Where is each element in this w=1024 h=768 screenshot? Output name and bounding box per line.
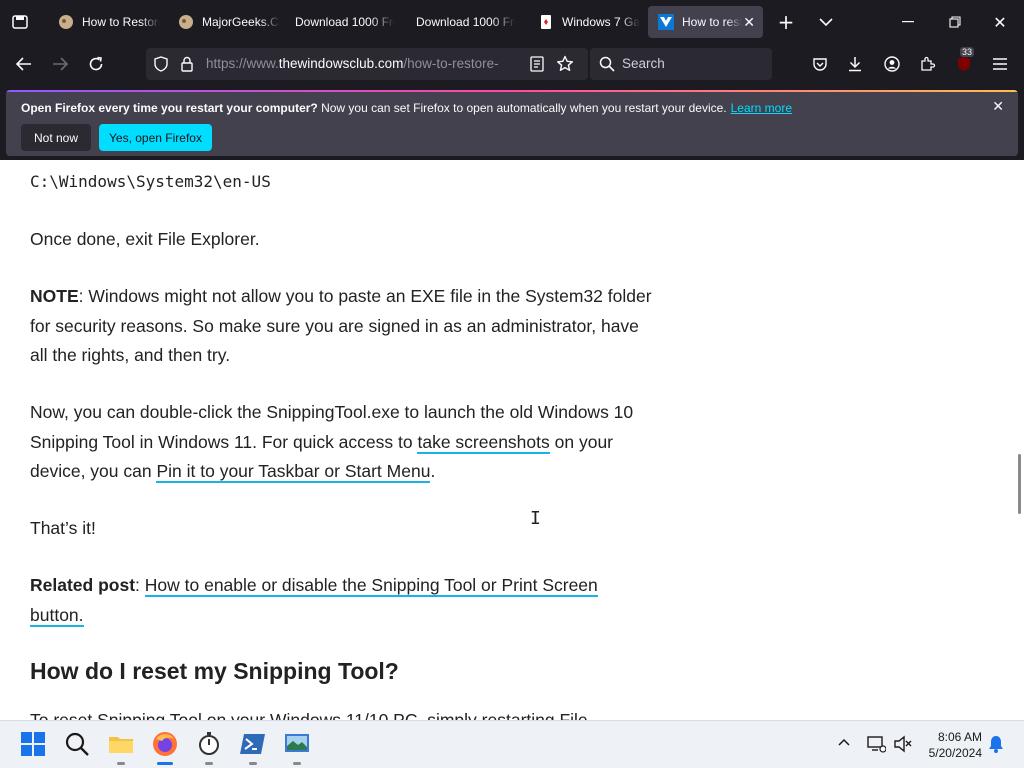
show-hidden-icons-icon[interactable] [836,735,852,751]
favicon-icon [179,15,193,29]
path-code: C:\Windows\System32\en-US [30,172,271,191]
search-bar[interactable]: Search [590,48,772,80]
exit-paragraph: Once done, exit File Explorer. [30,229,260,249]
network-icon[interactable] [866,735,887,753]
firefox-icon[interactable] [152,731,178,757]
text-cursor-icon: I [530,508,541,529]
nav-bar: https://www.thewindowsclub.com/how-to-re… [0,44,1024,86]
minimize-icon[interactable] [896,10,920,34]
take-screenshots-link[interactable]: take screenshots [417,431,550,454]
note-label: NOTE [30,286,79,306]
extensions-icon[interactable] [916,52,940,76]
close-window-icon[interactable]: ✕ [988,10,1012,34]
tab-3[interactable]: Download 1000 Free [285,6,397,38]
instructions-text-c: . [430,461,436,481]
section-heading: How do I reset my Snipping Tool? [30,658,399,684]
tab-title: How to Restore [82,15,160,29]
tab-title: Download 1000 Free [416,15,516,29]
firefox-view-icon[interactable] [8,10,32,34]
close-notification-icon[interactable]: ✕ [992,99,1004,115]
ublock-extension-icon[interactable]: 33 [952,47,976,76]
volume-muted-icon[interactable] [893,735,913,753]
search-placeholder: Search [622,56,665,71]
notification-bar: Open Firefox every time you restart your… [6,90,1018,156]
search-icon [599,56,615,72]
new-tab-icon[interactable]: + [774,10,798,34]
forward-icon[interactable] [48,52,72,76]
favicon-icon [59,15,73,29]
reload-icon[interactable] [84,52,108,76]
browser-chrome: How to Restore MajorGeeks.Com Download 1… [0,0,1024,160]
reader-view-icon[interactable] [530,56,544,72]
search-icon[interactable] [64,731,90,757]
related-post-paragraph: Related post: How to enable or disable t… [30,571,630,630]
clock-time: 8:06 AM [937,730,982,744]
tab-title: MajorGeeks.Com [202,15,280,29]
restore-icon[interactable] [943,10,967,34]
stopwatch-icon[interactable] [196,731,222,757]
file-explorer-icon[interactable] [108,731,134,757]
notification-message: Open Firefox every time you restart your… [21,101,792,115]
url-bar[interactable]: https://www.thewindowsclub.com/how-to-re… [146,48,588,80]
file-explorer-running-indicator [117,762,125,765]
url-path: /how-to-restore- [403,56,499,71]
thats-it-paragraph: That’s it! [30,518,96,538]
taskbar: 8:06 AM 5/20/2024 [0,720,1024,768]
tab-2[interactable]: MajorGeeks.Com [168,6,280,38]
stopwatch-running-indicator [205,762,213,765]
pin-taskbar-link[interactable]: Pin it to your Taskbar or Start Menu [156,461,431,483]
url-host: thewindowsclub.com [278,56,404,71]
powershell-running-indicator [249,762,257,765]
tab-title: How to restore [682,15,742,29]
pocket-icon[interactable] [808,52,832,76]
list-all-tabs-icon[interactable] [814,10,838,34]
tab-title: Windows 7 Games [562,15,640,29]
url-text[interactable]: https://www.thewindowsclub.com/how-to-re… [206,56,522,71]
back-icon[interactable] [12,52,36,76]
instructions-paragraph: Now, you can double-click the SnippingTo… [30,398,665,487]
playing-card-icon [541,15,551,29]
close-tab-icon[interactable]: ✕ [743,14,755,31]
related-post-label: Related post [30,575,136,595]
lock-icon[interactable] [180,56,194,72]
snipping-app-running-indicator [293,762,301,765]
extension-badge: 33 [960,47,975,57]
tab-active[interactable]: How to restore ✕ [648,6,763,38]
tracking-protection-shield-icon[interactable] [153,56,169,72]
tab-title: Download 1000 Free [295,15,395,29]
tab-bar: How to Restore MajorGeeks.Com Download 1… [0,0,1024,44]
firefox-active-indicator [157,762,173,765]
notification-body: Now you can set Firefox to open automati… [317,101,727,115]
tab-1[interactable]: How to Restore [48,6,160,38]
related-post-sep: : [135,575,145,595]
downloads-icon[interactable] [843,52,867,76]
clock[interactable]: 8:06 AM 5/20/2024 [926,729,982,761]
tab-4[interactable]: Download 1000 Free [406,6,518,38]
cut-off-paragraph: To reset Snipping Tool on your Windows 1… [30,710,588,720]
learn-more-link[interactable]: Learn more [731,101,792,115]
scrollbar[interactable] [1018,454,1021,514]
note-text: : Windows might not allow you to paste a… [30,286,652,365]
page-content: C:\Windows\System32\en-US Once done, exi… [0,160,1024,720]
yes-open-firefox-button[interactable]: Yes, open Firefox [99,124,212,151]
notification-title: Open Firefox every time you restart your… [21,101,318,115]
thewindowsclub-favicon-icon [658,14,674,30]
menu-icon[interactable] [988,52,1012,76]
notification-bell-icon[interactable] [988,735,1004,753]
windows-start-icon[interactable] [20,731,46,757]
snipping-app-icon[interactable] [284,731,310,757]
account-icon[interactable] [880,52,904,76]
url-scheme: https://www. [206,56,279,71]
powershell-icon[interactable] [240,731,266,757]
note-paragraph: NOTE: Windows might not allow you to pas… [30,282,660,371]
not-now-button[interactable]: Not now [21,124,91,151]
clock-date: 5/20/2024 [928,746,982,760]
bookmark-star-icon[interactable] [556,55,574,73]
tab-5[interactable]: Windows 7 Games [528,6,640,38]
